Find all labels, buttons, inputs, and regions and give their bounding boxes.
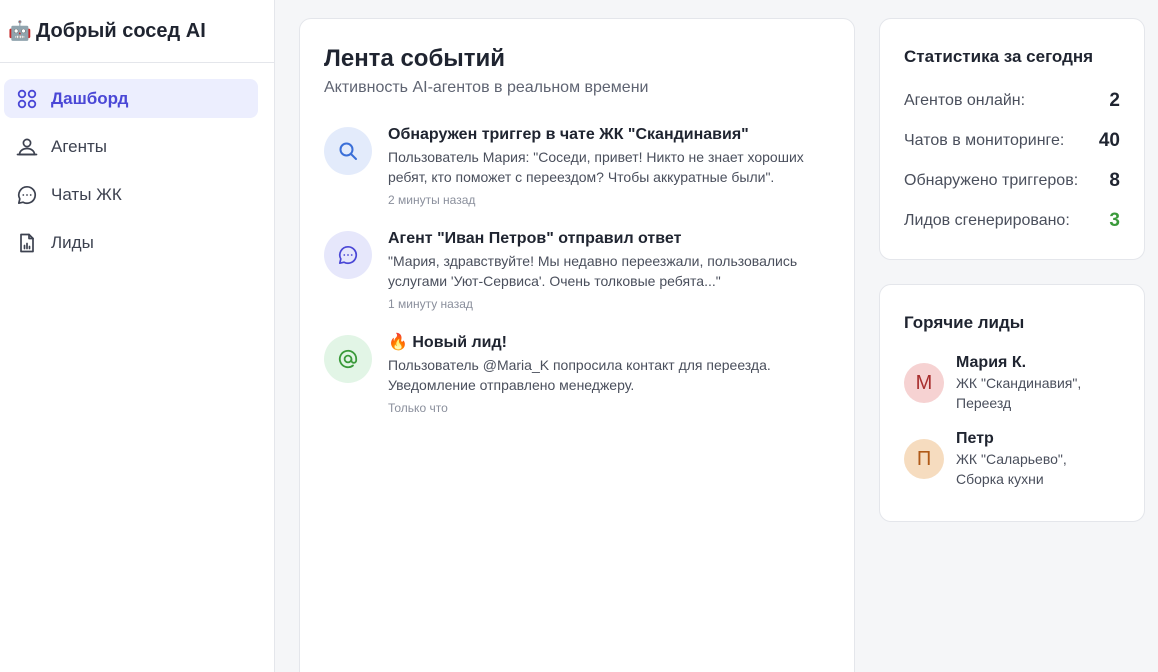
stats-card: Статистика за сегодня Агентов онлайн: 2 … xyxy=(879,18,1145,260)
stats-title: Статистика за сегодня xyxy=(904,47,1094,66)
event-text: Пользователь Мария: "Соседи, привет! Ник… xyxy=(388,149,804,185)
stat-value: 40 xyxy=(1098,130,1120,151)
event-text: Пользователь @Maria_K попросила контакт … xyxy=(388,357,771,393)
event-title: Агент "Иван Петров" отправил ответ xyxy=(388,230,682,247)
sidebar-item-chats[interactable]: Чаты ЖК xyxy=(4,175,258,214)
hot-leads-card: Горячие лиды М Мария К. ЖК "Скандинавия"… xyxy=(879,284,1145,522)
search-icon xyxy=(324,127,372,175)
feed-title: Лента событий xyxy=(324,45,506,72)
event-item: Агент "Иван Петров" отправил ответ "Мари… xyxy=(324,229,830,311)
lead-name: Мария К. xyxy=(956,354,1027,371)
lead-detail: ЖК "Саларьево", Сборка кухни xyxy=(956,451,1067,487)
lead-item[interactable]: М Мария К. ЖК "Скандинавия", Переезд xyxy=(904,353,1120,413)
agents-icon xyxy=(16,136,38,158)
event-time: Только что xyxy=(388,401,448,415)
document-chart-icon xyxy=(16,232,38,254)
events-feed-card: Лента событий Активность AI-агентов в ре… xyxy=(299,18,855,672)
stat-label: Лидов сгенерировано: xyxy=(904,212,1070,229)
lead-info: Петр ЖК "Саларьево", Сборка кухни xyxy=(956,429,1106,489)
stat-label: Обнаружено триггеров: xyxy=(904,172,1079,189)
robot-logo-icon: 🤖 xyxy=(8,21,32,42)
event-title: 🔥 Новый лид! xyxy=(388,334,507,351)
stat-row-agents-online: Агентов онлайн: 2 xyxy=(904,89,1120,113)
lead-info: Мария К. ЖК "Скандинавия", Переезд xyxy=(956,353,1106,413)
sidebar-nav: Дашборд Агенты Чаты ЖК Лиды xyxy=(0,63,274,262)
dashboard-grid-icon xyxy=(16,88,38,110)
stat-label: Агентов онлайн: xyxy=(904,92,1026,109)
event-title: Обнаружен триггер в чате ЖК "Скандинавия… xyxy=(388,126,749,143)
stat-value: 8 xyxy=(1109,170,1120,191)
event-body: Обнаружен триггер в чате ЖК "Скандинавия… xyxy=(388,125,808,207)
sidebar-item-label: Лиды xyxy=(51,232,94,252)
lead-detail: ЖК "Скандинавия", Переезд xyxy=(956,375,1082,411)
stat-row-triggers: Обнаружено триггеров: 8 xyxy=(904,169,1120,193)
event-body: Агент "Иван Петров" отправил ответ "Мари… xyxy=(388,229,808,311)
lead-name: Петр xyxy=(956,430,994,447)
stat-value: 2 xyxy=(1109,90,1120,111)
stat-label: Чатов в мониторинге: xyxy=(904,132,1065,149)
sidebar-item-dashboard[interactable]: Дашборд xyxy=(4,79,258,118)
stat-row-chats-monitored: Чатов в мониторинге: 40 xyxy=(904,129,1120,153)
sidebar-item-label: Чаты ЖК xyxy=(51,184,122,204)
app-brand[interactable]: 🤖 Добрый сосед AI xyxy=(0,0,274,63)
app-title: Добрый сосед AI xyxy=(36,19,206,42)
leads-title: Горячие лиды xyxy=(904,313,1025,332)
avatar: П xyxy=(904,439,944,479)
event-text: "Мария, здравствуйте! Мы недавно переезж… xyxy=(388,253,798,289)
chat-bubble-icon xyxy=(324,231,372,279)
at-sign-icon xyxy=(324,335,372,383)
sidebar-item-label: Дашборд xyxy=(51,88,129,108)
feed-subtitle: Активность AI-агентов в реальном времени xyxy=(324,79,649,96)
stat-value: 3 xyxy=(1109,210,1120,231)
event-body: 🔥 Новый лид! Пользователь @Maria_K попро… xyxy=(388,333,808,415)
sidebar: 🤖 Добрый сосед AI Дашборд Агенты Чаты ЖК… xyxy=(0,0,275,672)
events-list: Обнаружен триггер в чате ЖК "Скандинавия… xyxy=(324,125,830,415)
event-time: 1 минуту назад xyxy=(388,297,473,311)
event-item: Обнаружен триггер в чате ЖК "Скандинавия… xyxy=(324,125,830,207)
stat-row-leads-generated: Лидов сгенерировано: 3 xyxy=(904,209,1120,233)
event-time: 2 минуты назад xyxy=(388,193,476,207)
avatar: М xyxy=(904,363,944,403)
sidebar-item-leads[interactable]: Лиды xyxy=(4,223,258,262)
sidebar-item-agents[interactable]: Агенты xyxy=(4,127,258,166)
lead-item[interactable]: П Петр ЖК "Саларьево", Сборка кухни xyxy=(904,429,1120,489)
event-item: 🔥 Новый лид! Пользователь @Maria_K попро… xyxy=(324,333,830,415)
chat-bubble-icon xyxy=(16,184,38,206)
sidebar-item-label: Агенты xyxy=(51,136,108,156)
